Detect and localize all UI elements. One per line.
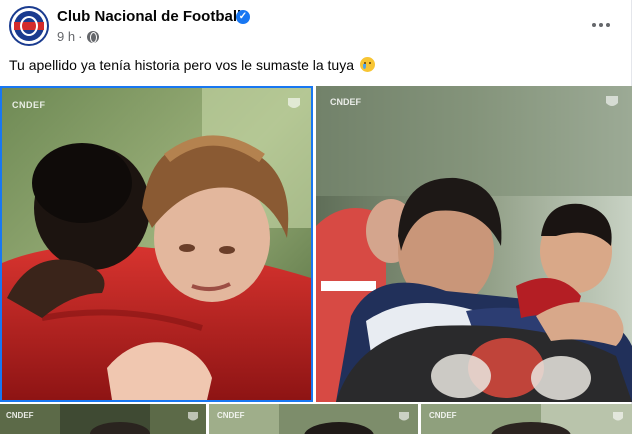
photo-1-image: CNDEF: [2, 88, 311, 400]
facebook-post: Club Nacional de Football ✓ 9 h · Tu ape…: [0, 0, 632, 434]
club-shield-watermark-icon: [188, 412, 198, 421]
photo-4-image: CNDEF: [209, 404, 418, 434]
photo-5-image: CNDEF: [421, 404, 632, 434]
globe-icon[interactable]: [87, 30, 100, 43]
page-name-link[interactable]: Club Nacional de Football: [57, 8, 241, 25]
post-photo-1[interactable]: CNDEF: [0, 86, 313, 402]
verified-badge-icon: ✓: [236, 10, 250, 24]
club-shield-watermark-icon: [288, 98, 300, 108]
club-crest-icon: [14, 11, 44, 41]
photo-4-watermark: CNDEF: [217, 411, 245, 420]
post-photo-5[interactable]: CNDEF: [421, 404, 632, 434]
post-timestamp[interactable]: 9 h: [57, 29, 75, 44]
photo-3-image: CNDEF: [0, 404, 206, 434]
crying-face-emoji-icon: [359, 57, 375, 72]
post-photo-3[interactable]: CNDEF: [0, 404, 206, 434]
club-shield-watermark-icon: [613, 412, 623, 421]
club-shield-watermark-icon: [399, 412, 409, 421]
post-photo-4[interactable]: CNDEF: [209, 404, 418, 434]
photo-1-watermark: CNDEF: [12, 100, 46, 110]
meta-separator: ·: [78, 29, 83, 44]
post-caption: Tu apellido ya tenía historia pero vos l…: [9, 57, 375, 73]
post-photo-2[interactable]: CNDEF: [316, 86, 632, 402]
caption-text: Tu apellido ya tenía historia pero vos l…: [9, 57, 355, 73]
photo-2-image: CNDEF: [316, 86, 632, 402]
photo-5-watermark: CNDEF: [429, 411, 457, 420]
more-options-icon[interactable]: [586, 14, 616, 36]
photo-2-watermark: CNDEF: [330, 97, 362, 107]
photo-3-watermark: CNDEF: [6, 411, 34, 420]
post-header: Club Nacional de Football ✓ 9 h ·: [0, 0, 632, 52]
page-avatar[interactable]: [9, 6, 49, 46]
post-meta: 9 h ·: [57, 29, 100, 44]
club-shield-watermark-icon: [606, 96, 618, 106]
